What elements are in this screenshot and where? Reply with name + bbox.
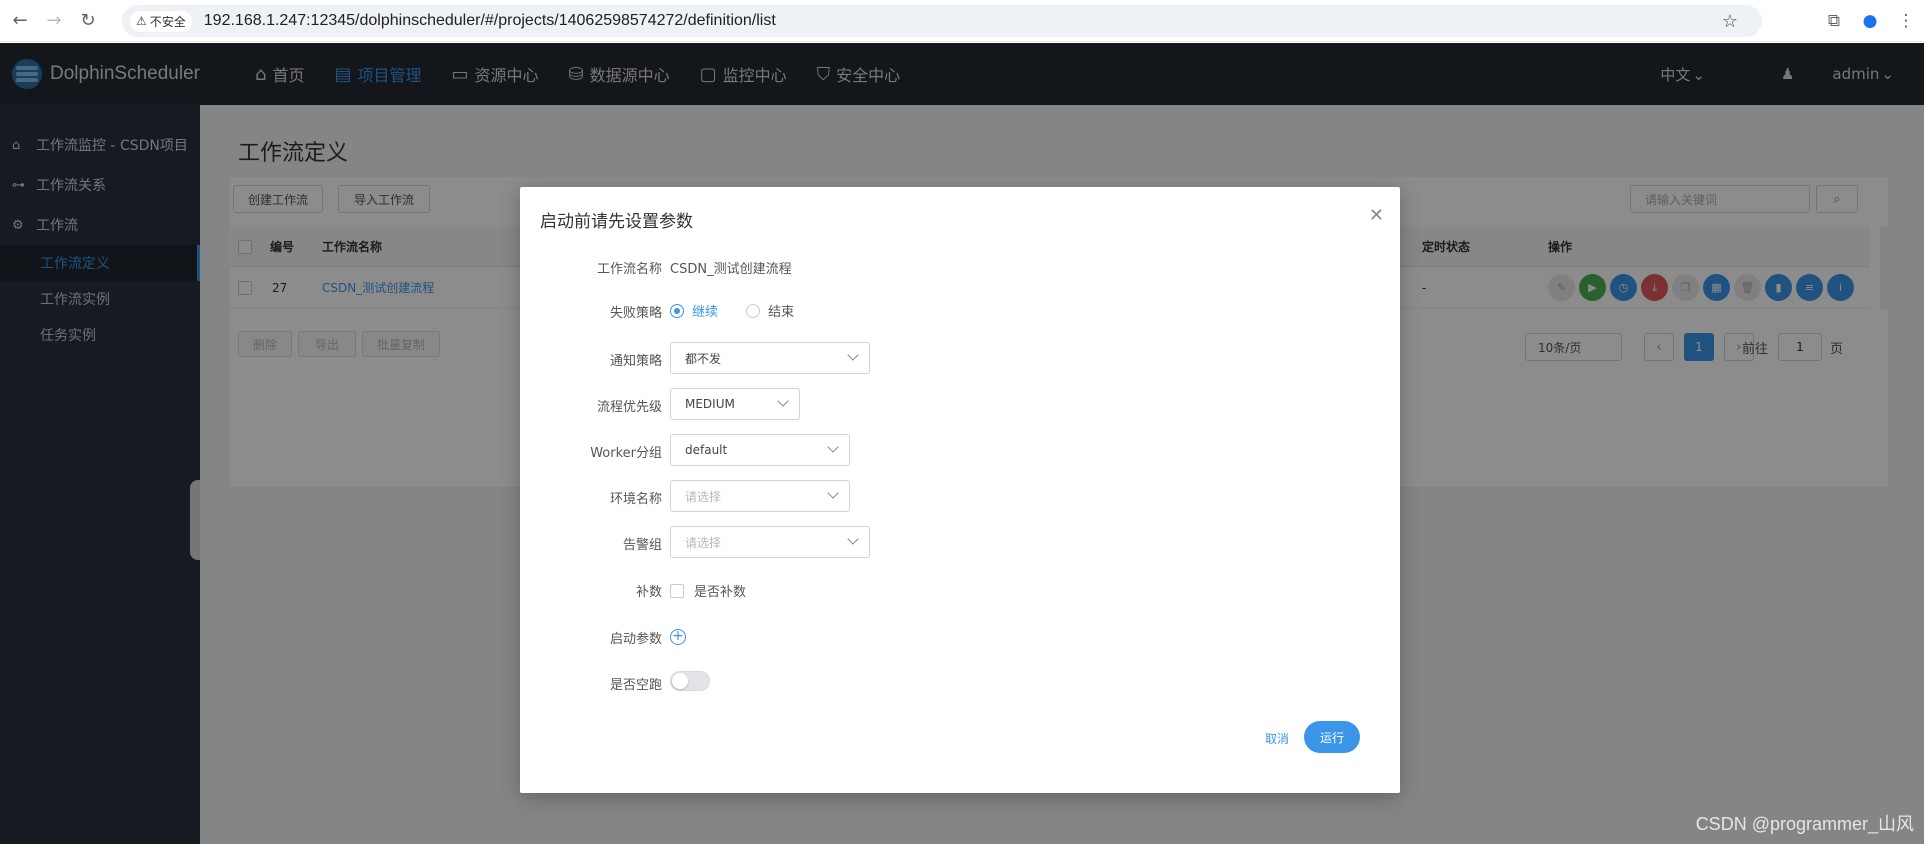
cancel-button[interactable]: 取消 [1265, 730, 1289, 747]
warning-icon: ⚠ [136, 14, 147, 28]
dry-run-label: 是否空跑 [609, 678, 662, 693]
complement-checkbox[interactable]: 是否补数 [670, 581, 746, 600]
radio-end[interactable]: 结束 [746, 301, 794, 320]
chevron-down-icon [827, 487, 839, 499]
chevron-down-icon [847, 349, 859, 361]
alert-select[interactable]: 请选择 [670, 526, 870, 558]
priority-select[interactable]: MEDIUM [670, 388, 800, 420]
env-select[interactable]: 请选择 [670, 480, 850, 512]
env-label: 环境名称 [609, 492, 662, 507]
forward-icon[interactable]: → [40, 7, 68, 35]
insecure-badge[interactable]: ⚠ 不安全 [130, 10, 192, 32]
browser-toolbar: ← → ↻ ⚠ 不安全 192.168.1.247:12345/dolphins… [0, 0, 1924, 42]
start-params-modal: 启动前请先设置参数 ✕ 工作流名称 CSDN_测试创建流程 失败策略 继续 结束… [520, 187, 1400, 793]
menu-icon[interactable]: ⋮ [1888, 11, 1924, 31]
failure-strategy-label: 失败策略 [609, 306, 662, 321]
profile-icon[interactable]: ● [1852, 11, 1888, 31]
worker-label: Worker分组 [590, 446, 662, 461]
workflow-name-value: CSDN_测试创建流程 [670, 262, 792, 277]
reload-icon[interactable]: ↻ [74, 7, 102, 35]
watermark: CSDN @programmer_山风 [1695, 814, 1914, 834]
priority-label: 流程优先级 [596, 400, 662, 415]
chevron-down-icon [827, 441, 839, 453]
dry-run-toggle[interactable] [670, 671, 710, 691]
bookmark-star-icon[interactable]: ☆ [1722, 11, 1738, 32]
chevron-down-icon [847, 533, 859, 545]
add-param-icon[interactable]: + [670, 629, 686, 645]
address-bar[interactable]: ⚠ 不安全 192.168.1.247:12345/dolphinschedul… [122, 5, 1762, 37]
url-text[interactable]: 192.168.1.247:12345/dolphinscheduler/#/p… [204, 12, 776, 30]
failure-strategy-radios: 继续 结束 [670, 301, 818, 322]
extensions-icon[interactable]: ⧉ [1816, 11, 1852, 31]
notify-select[interactable]: 都不发 [670, 342, 870, 374]
radio-continue[interactable]: 继续 [670, 301, 718, 320]
chevron-down-icon [777, 395, 789, 407]
complement-label: 补数 [635, 585, 662, 600]
worker-select[interactable]: default [670, 434, 850, 466]
close-icon[interactable]: ✕ [1369, 205, 1384, 226]
notify-label: 通知策略 [609, 354, 662, 369]
startup-params-label: 启动参数 [609, 632, 662, 647]
back-icon[interactable]: ← [6, 7, 34, 35]
alert-label: 告警组 [622, 538, 662, 553]
workflow-name-label: 工作流名称 [596, 262, 662, 277]
run-button[interactable]: 运行 [1304, 721, 1360, 753]
modal-title: 启动前请先设置参数 [540, 212, 693, 232]
